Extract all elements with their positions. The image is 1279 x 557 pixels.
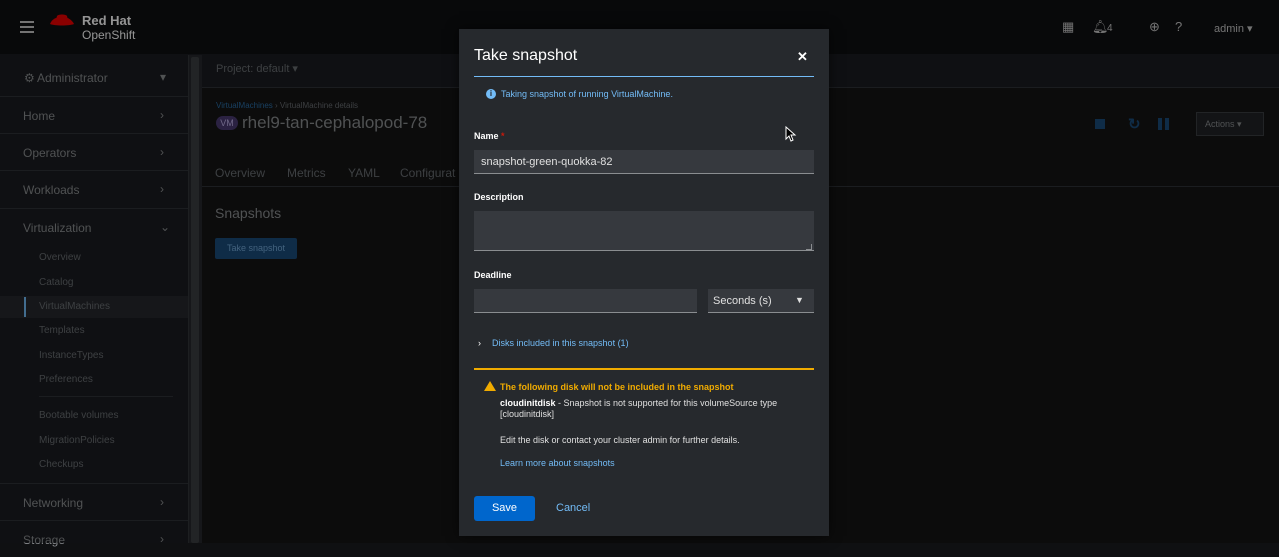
caret-down-icon: ▼ (795, 295, 804, 305)
deadline-label: Deadline (474, 270, 512, 280)
warning-alert-border (474, 368, 814, 370)
warning-title: The following disk will not be included … (500, 382, 734, 392)
modal-title-divider (474, 76, 814, 77)
deadline-input[interactable] (474, 289, 697, 313)
mouse-pointer-icon (785, 126, 797, 142)
warning-triangle-icon (484, 381, 496, 391)
cancel-button[interactable]: Cancel (556, 502, 590, 514)
close-icon[interactable]: ✕ (797, 49, 808, 65)
info-circle-icon: i (486, 89, 496, 99)
save-button[interactable]: Save (474, 496, 535, 521)
info-text: Taking snapshot of running VirtualMachin… (501, 89, 673, 99)
name-label: Name * (474, 131, 505, 141)
required-mark: * (501, 131, 505, 141)
disks-expandable-toggle[interactable]: Disks included in this snapshot (1) (492, 338, 629, 348)
modal-title: Take snapshot (474, 47, 578, 64)
name-input[interactable]: snapshot-green-quokka-82 (474, 150, 814, 174)
learn-more-link[interactable]: Learn more about snapshots (500, 458, 615, 468)
description-label: Description (474, 192, 524, 202)
warning-help-text: Edit the disk or contact your cluster ad… (500, 435, 740, 445)
name-label-text: Name (474, 131, 499, 141)
description-textarea[interactable] (474, 211, 814, 251)
warning-body: cloudinitdisk - Snapshot is not supporte… (500, 398, 800, 420)
chevron-right-icon[interactable]: › (478, 338, 481, 348)
warning-disk-name: cloudinitdisk (500, 398, 556, 408)
resize-handle-icon[interactable] (806, 244, 812, 250)
